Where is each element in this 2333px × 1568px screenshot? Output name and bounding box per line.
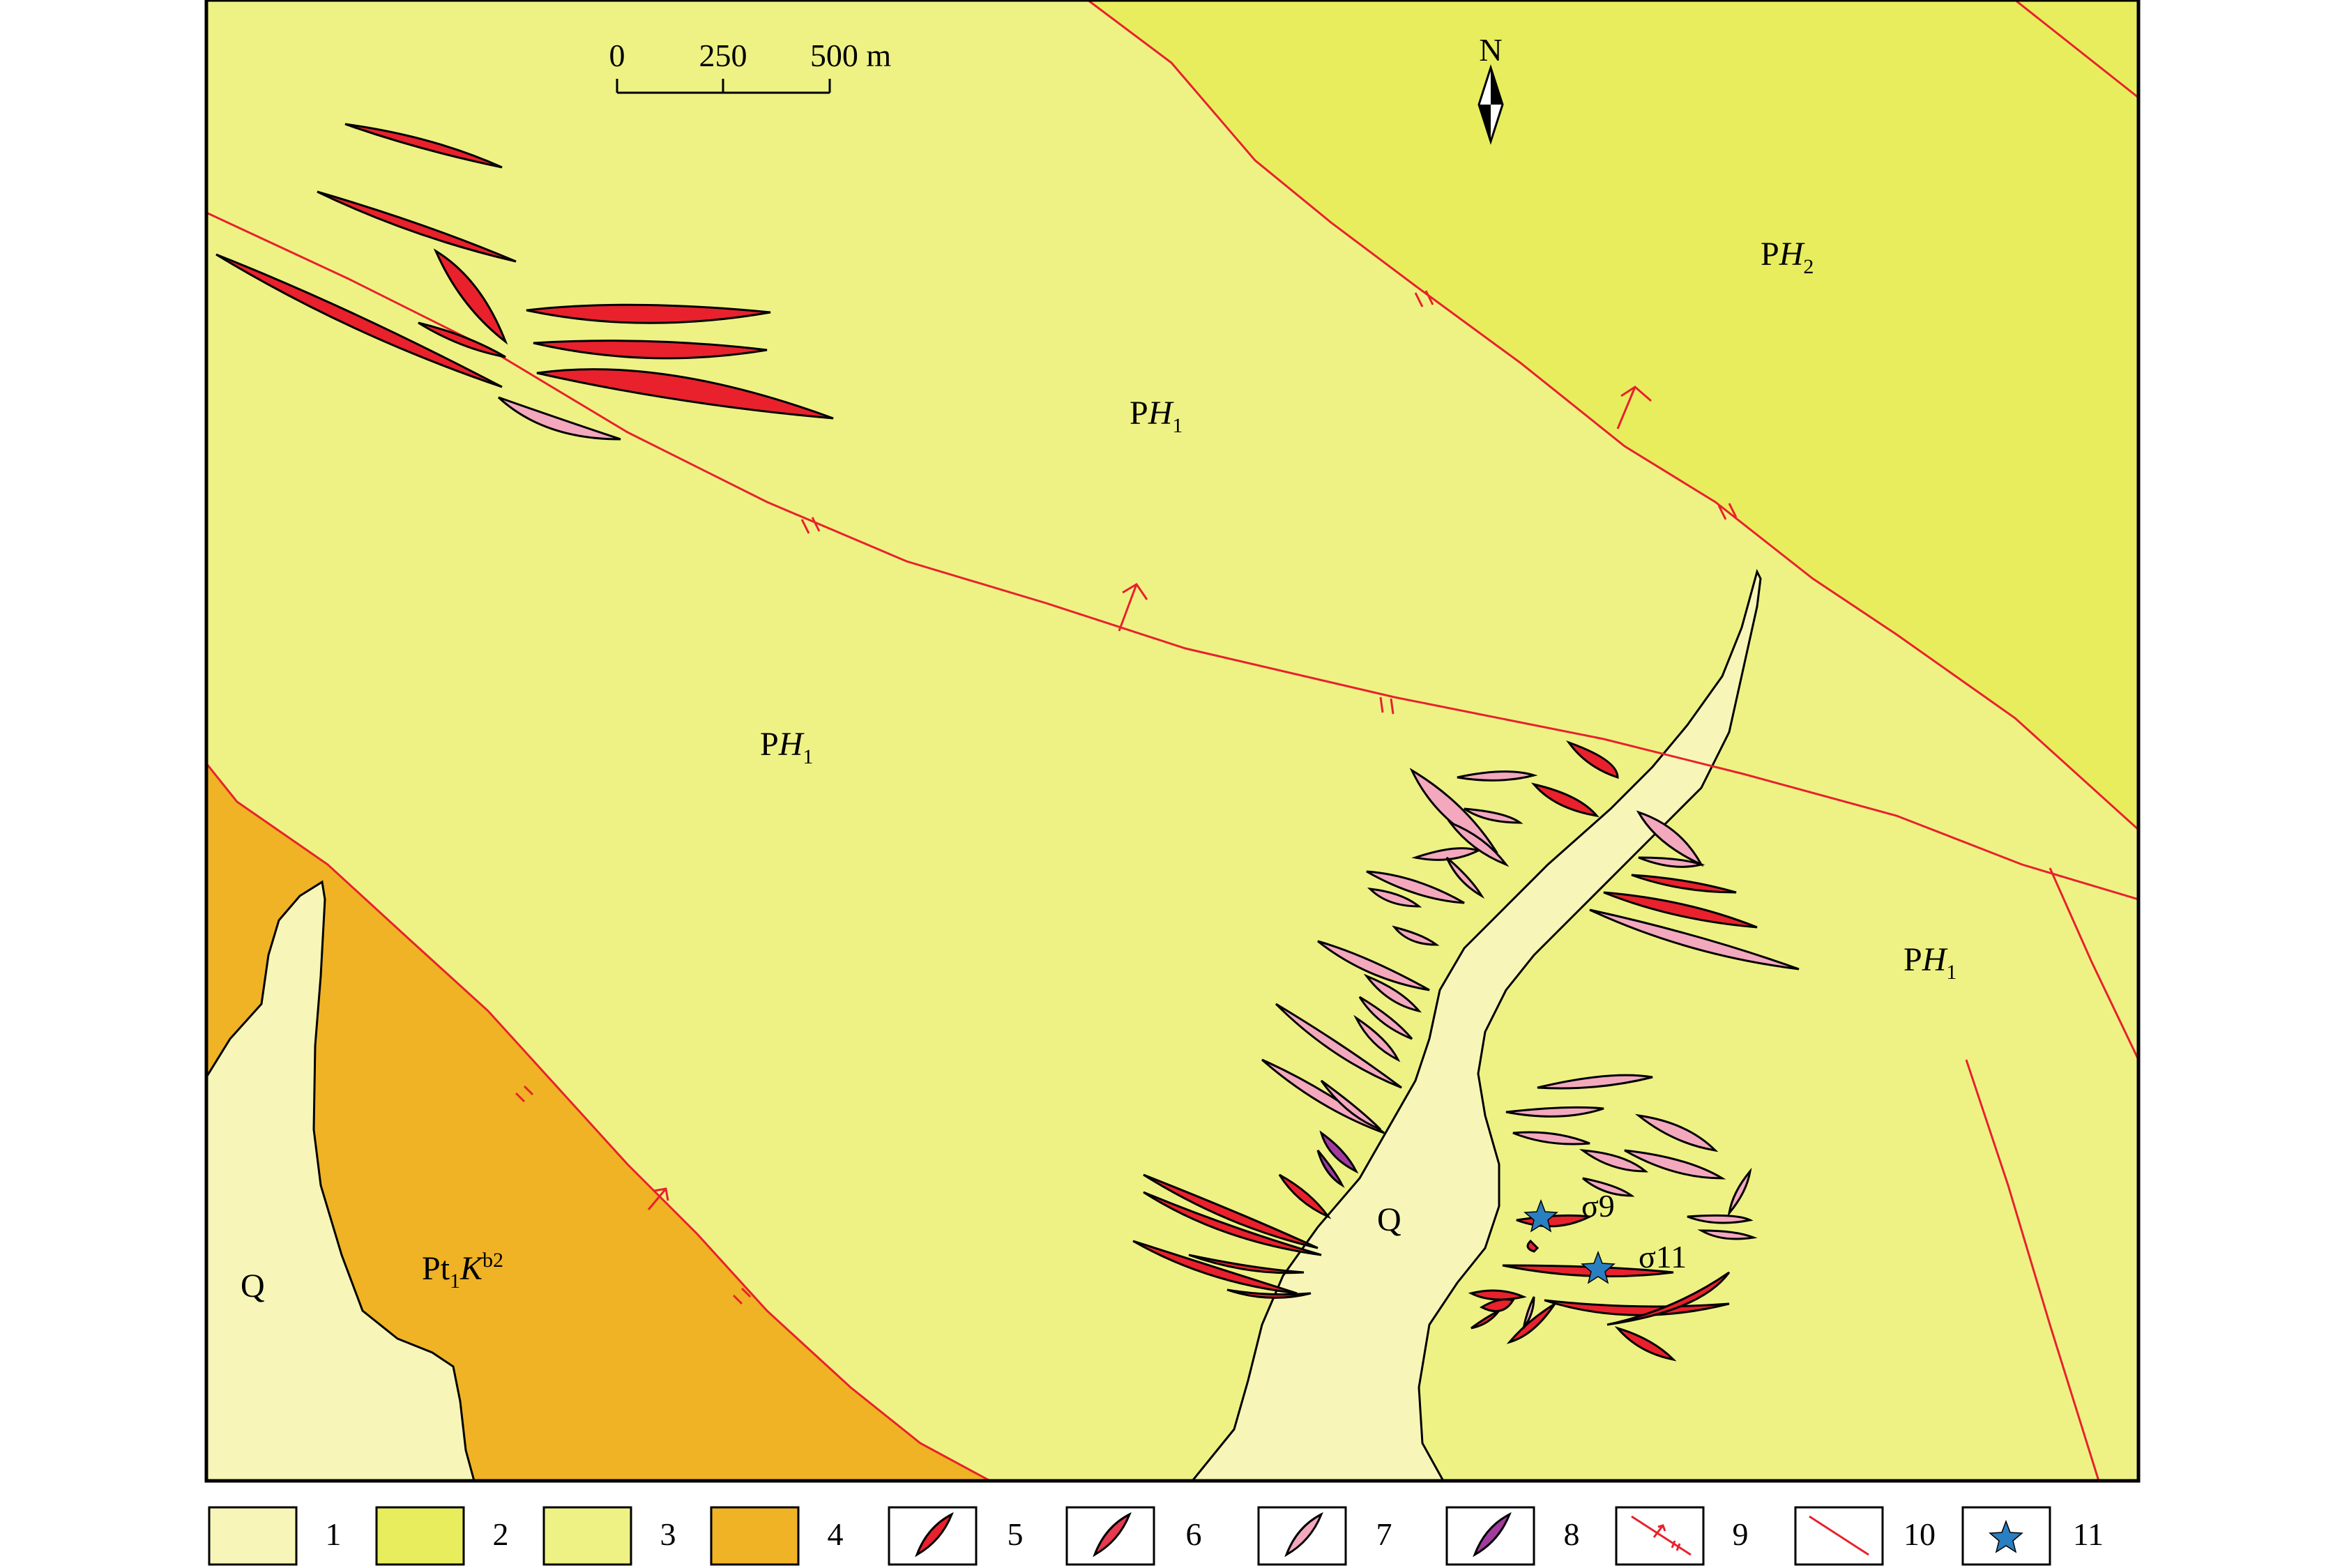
svg-text:8: 8 xyxy=(1564,1516,1580,1552)
svg-text:11: 11 xyxy=(2073,1516,2104,1552)
legend-item-10: 10 xyxy=(1794,1506,1936,1566)
legend-item-1: 1 xyxy=(208,1506,342,1566)
svg-text:3: 3 xyxy=(660,1516,676,1552)
legend: 1 2 3 4 5 6 7 8 9 10 11 xyxy=(208,1506,2104,1566)
svg-text:7: 7 xyxy=(1376,1516,1392,1552)
swatch-ph2 xyxy=(375,1506,465,1566)
geologic-map: 0 250 500 m N PH2 PH1 PH1 PH1 Pt1Kb2 Q Q… xyxy=(204,0,2141,1566)
north-label: N xyxy=(1479,32,1502,68)
legend-item-11: 11 xyxy=(1961,1506,2104,1566)
legend-item-4: 4 xyxy=(710,1506,844,1566)
label-q-valley: Q xyxy=(1377,1201,1401,1238)
legend-item-5: 5 xyxy=(888,1506,1024,1566)
legend-item-3: 3 xyxy=(542,1506,676,1566)
swatch-quaternary xyxy=(208,1506,298,1566)
scale-tick-500: 500 m xyxy=(810,38,892,73)
legend-item-2: 2 xyxy=(375,1506,509,1566)
svg-text:6: 6 xyxy=(1186,1516,1202,1552)
legend-item-8: 8 xyxy=(1445,1506,1580,1566)
svg-text:1: 1 xyxy=(326,1516,342,1552)
svg-text:2: 2 xyxy=(493,1516,509,1552)
label-q-west: Q xyxy=(241,1268,265,1304)
swatch-ph1 xyxy=(542,1506,632,1566)
legend-item-6: 6 xyxy=(1065,1506,1202,1566)
sample-label-11: σ11 xyxy=(1639,1239,1687,1274)
svg-text:10: 10 xyxy=(1903,1516,1936,1552)
legend-item-7: 7 xyxy=(1257,1506,1392,1566)
svg-text:5: 5 xyxy=(1008,1516,1024,1552)
scale-tick-250: 250 xyxy=(699,38,747,73)
swatch-pt1kb2 xyxy=(710,1506,800,1566)
legend-item-9: 9 xyxy=(1615,1506,1749,1566)
scale-tick-0: 0 xyxy=(609,38,625,73)
svg-text:4: 4 xyxy=(828,1516,844,1552)
svg-text:9: 9 xyxy=(1733,1516,1749,1552)
sample-label-9: σ9 xyxy=(1581,1188,1615,1224)
